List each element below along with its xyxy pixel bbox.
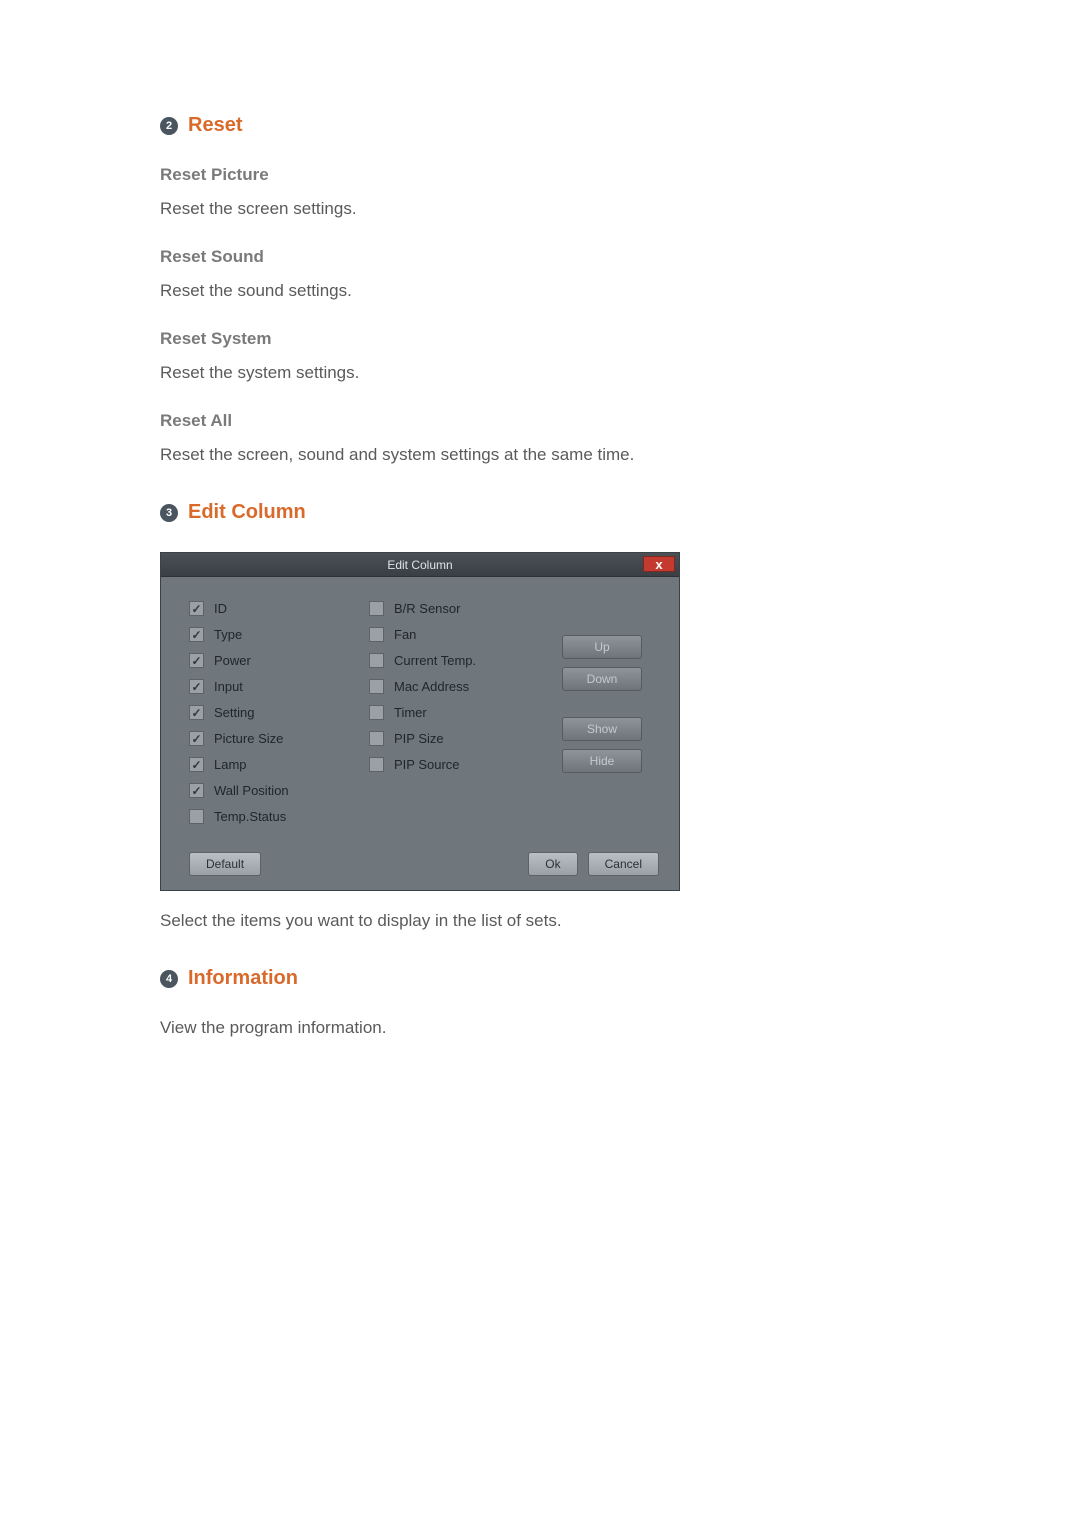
hide-button[interactable]: Hide [562,749,642,773]
checkbox[interactable] [189,757,204,772]
checkbox-label: Lamp [214,757,247,772]
badge-number: 3 [160,504,178,522]
checkbox-label: Timer [394,705,427,720]
checkbox-row[interactable]: Lamp [189,757,369,772]
checkbox[interactable] [369,679,384,694]
sub-heading: Reset All [160,411,920,431]
section-title: Edit Column [188,501,306,524]
dialog-title: Edit Column [387,558,452,572]
checkbox-label: Input [214,679,243,694]
checkbox-row[interactable]: Timer [369,705,539,720]
section-title: Reset [188,114,242,137]
checkbox[interactable] [369,653,384,668]
checkbox-row[interactable]: PIP Source [369,757,539,772]
checkbox-label: Mac Address [394,679,469,694]
section-heading-information: 4 Information [160,967,920,990]
checkbox-label: Power [214,653,251,668]
body-text: Reset the screen settings. [160,199,920,219]
checkbox-label: Temp.Status [214,809,286,824]
checkbox[interactable] [189,705,204,720]
checkbox[interactable] [369,705,384,720]
checkbox-row[interactable]: Setting [189,705,369,720]
cancel-button[interactable]: Cancel [588,852,659,876]
dialog-body: ID Type Power Input Setting Picture Size… [161,577,679,824]
checkbox-row[interactable]: Wall Position [189,783,369,798]
body-text: Reset the screen, sound and system setti… [160,445,920,465]
section-title: Information [188,967,298,990]
close-button[interactable]: x [643,556,675,572]
caption-text: Select the items you want to display in … [160,911,920,931]
checkbox-column-right: B/R Sensor Fan Current Temp. Mac Address… [369,601,539,824]
sub-heading: Reset System [160,329,920,349]
checkbox-row[interactable]: Power [189,653,369,668]
checkbox[interactable] [189,679,204,694]
checkbox-row[interactable]: Picture Size [189,731,369,746]
checkbox-label: Current Temp. [394,653,476,668]
checkbox-row[interactable]: Type [189,627,369,642]
body-text: Reset the system settings. [160,363,920,383]
checkbox-column-left: ID Type Power Input Setting Picture Size… [189,601,369,824]
checkbox-label: Setting [214,705,254,720]
checkbox-row[interactable]: PIP Size [369,731,539,746]
badge-number: 2 [160,117,178,135]
checkbox-label: PIP Size [394,731,444,746]
checkbox-row[interactable]: Input [189,679,369,694]
checkbox[interactable] [369,601,384,616]
default-button[interactable]: Default [189,852,261,876]
checkbox[interactable] [189,653,204,668]
checkbox-row[interactable]: Current Temp. [369,653,539,668]
side-button-column: Up Down Show Hide [539,601,665,824]
checkbox-row[interactable]: ID [189,601,369,616]
sub-heading: Reset Picture [160,165,920,185]
checkbox-label: Wall Position [214,783,289,798]
sub-heading: Reset Sound [160,247,920,267]
checkbox-label: PIP Source [394,757,460,772]
checkbox[interactable] [369,757,384,772]
body-text: View the program information. [160,1018,920,1038]
checkbox-label: Fan [394,627,416,642]
body-text: Reset the sound settings. [160,281,920,301]
checkbox[interactable] [189,731,204,746]
up-button[interactable]: Up [562,635,642,659]
checkbox-label: Picture Size [214,731,283,746]
checkbox-row[interactable]: Temp.Status [189,809,369,824]
checkbox[interactable] [189,601,204,616]
close-icon: x [655,557,662,572]
badge-number: 4 [160,970,178,988]
checkbox[interactable] [189,783,204,798]
checkbox[interactable] [189,627,204,642]
down-button[interactable]: Down [562,667,642,691]
checkbox[interactable] [369,627,384,642]
checkbox-label: B/R Sensor [394,601,460,616]
checkbox-label: Type [214,627,242,642]
dialog-titlebar[interactable]: Edit Column x [161,553,679,577]
dialog-footer: Default Ok Cancel [161,824,679,890]
checkbox[interactable] [189,809,204,824]
checkbox-row[interactable]: Mac Address [369,679,539,694]
section-heading-reset: 2 Reset [160,114,920,137]
checkbox-row[interactable]: B/R Sensor [369,601,539,616]
show-button[interactable]: Show [562,717,642,741]
checkbox-label: ID [214,601,227,616]
section-heading-edit-column: 3 Edit Column [160,501,920,524]
edit-column-dialog: Edit Column x ID Type Power Input Settin… [160,552,680,891]
checkbox[interactable] [369,731,384,746]
checkbox-row[interactable]: Fan [369,627,539,642]
ok-button[interactable]: Ok [528,852,577,876]
